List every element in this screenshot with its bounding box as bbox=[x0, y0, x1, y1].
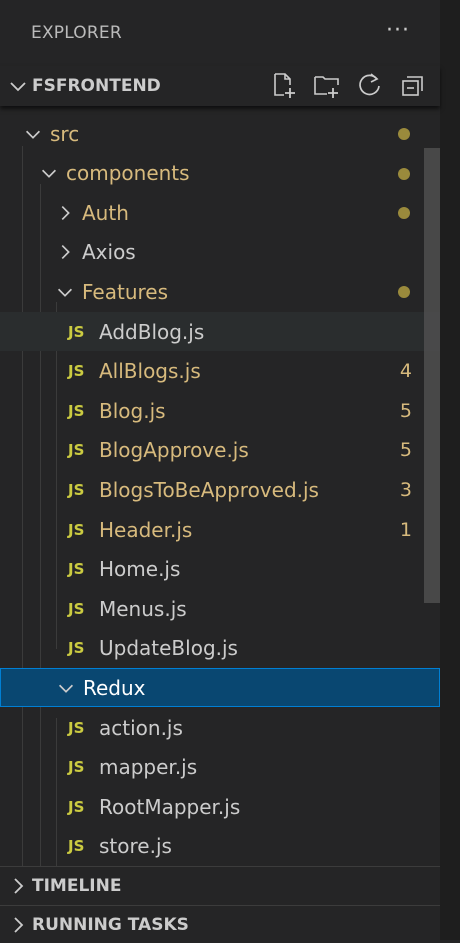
tree-item-label: AllBlogs.js bbox=[99, 359, 201, 384]
chevron-down-icon bbox=[57, 288, 73, 297]
timeline-label: TIMELINE bbox=[32, 875, 122, 896]
js-file-icon: JS bbox=[68, 797, 85, 816]
chevron-down-icon bbox=[41, 169, 57, 178]
folder-item[interactable]: src bbox=[0, 114, 440, 153]
js-file-icon: JS bbox=[68, 520, 85, 539]
js-file-icon: JS bbox=[68, 560, 85, 579]
tree-item-label: Redux bbox=[83, 675, 146, 700]
modified-dot-icon bbox=[398, 207, 410, 220]
root-folder-header[interactable]: FSFRONTEND bbox=[0, 66, 440, 106]
tree-item-label: Menus.js bbox=[99, 596, 187, 621]
file-item[interactable]: JS Header.js 1 bbox=[0, 510, 440, 549]
file-item[interactable]: JS Home.js bbox=[0, 550, 440, 589]
js-file-icon: JS bbox=[68, 362, 85, 381]
tree-item-label: Home.js bbox=[99, 557, 181, 582]
running-tasks-label: RUNNING TASKS bbox=[32, 914, 189, 935]
js-file-icon: JS bbox=[68, 401, 85, 420]
file-item[interactable]: JS store.js bbox=[0, 827, 440, 866]
explorer-header: EXPLORER ··· bbox=[0, 0, 440, 66]
tree-item-label: store.js bbox=[99, 834, 172, 859]
file-item[interactable]: JS AllBlogs.js 4 bbox=[0, 352, 440, 391]
tree-item-label: BlogApprove.js bbox=[99, 438, 249, 463]
problem-count-badge: 5 bbox=[399, 399, 412, 422]
tree-item-label: Features bbox=[82, 279, 168, 304]
file-item[interactable]: JS UpdateBlog.js bbox=[0, 629, 440, 668]
tree-item-label: Header.js bbox=[99, 517, 193, 542]
js-file-icon: JS bbox=[68, 758, 85, 777]
problem-count-badge: 1 bbox=[399, 518, 412, 541]
js-file-icon: JS bbox=[68, 599, 85, 618]
chevron-right-icon bbox=[61, 245, 70, 260]
tree-item-label: RootMapper.js bbox=[99, 794, 241, 819]
chevron-down-icon bbox=[25, 130, 41, 139]
tree-item-label: components bbox=[66, 161, 190, 186]
editor-edge bbox=[440, 0, 460, 940]
timeline-section[interactable]: TIMELINE bbox=[0, 866, 440, 904]
chevron-right-icon bbox=[61, 205, 70, 220]
file-item[interactable]: JS action.js bbox=[0, 708, 440, 747]
chevron-down-icon bbox=[10, 82, 26, 92]
chevron-down-icon bbox=[58, 684, 74, 693]
folder-item[interactable]: Auth bbox=[0, 193, 440, 232]
file-tree: src components Auth Axios Features JS AddBlog.… bbox=[0, 106, 440, 866]
chevron-right-icon bbox=[14, 916, 24, 933]
file-item[interactable]: JS BlogApprove.js 5 bbox=[0, 431, 440, 470]
modified-dot-icon bbox=[398, 128, 410, 140]
js-file-icon: JS bbox=[68, 441, 85, 460]
tree-item-label: mapper.js bbox=[99, 755, 198, 780]
tree-item-label: BlogsToBeApproved.js bbox=[99, 477, 319, 502]
tree-item-label: src bbox=[50, 121, 80, 146]
new-folder-icon[interactable] bbox=[312, 70, 342, 100]
problem-count-badge: 3 bbox=[399, 478, 412, 501]
chevron-right-icon bbox=[14, 877, 24, 894]
file-item[interactable]: JS mapper.js bbox=[0, 748, 440, 787]
folder-item[interactable]: components bbox=[0, 154, 440, 193]
tree-item-label: Blog.js bbox=[99, 398, 166, 423]
file-item[interactable]: JS BlogsToBeApproved.js 3 bbox=[0, 470, 440, 509]
tree-item-label: action.js bbox=[99, 715, 183, 740]
js-file-icon: JS bbox=[68, 322, 85, 341]
folder-item[interactable]: Redux bbox=[0, 668, 440, 708]
modified-dot-icon bbox=[398, 167, 410, 180]
refresh-icon[interactable] bbox=[355, 70, 385, 100]
js-file-icon: JS bbox=[68, 718, 85, 737]
problem-count-badge: 5 bbox=[399, 439, 412, 462]
running-tasks-section[interactable]: RUNNING TASKS bbox=[0, 905, 440, 943]
scrollbar-thumb[interactable] bbox=[424, 148, 440, 603]
file-item[interactable]: JS Blog.js 5 bbox=[0, 391, 440, 430]
tree-item-label: UpdateBlog.js bbox=[99, 636, 238, 661]
root-folder-label: FSFRONTEND bbox=[32, 76, 161, 96]
more-actions-icon[interactable]: ··· bbox=[386, 18, 410, 43]
js-file-icon: JS bbox=[68, 837, 85, 856]
modified-dot-icon bbox=[398, 286, 410, 299]
tree-item-label: Auth bbox=[82, 200, 129, 225]
js-file-icon: JS bbox=[68, 480, 85, 499]
js-file-icon: JS bbox=[68, 639, 85, 658]
new-file-icon[interactable] bbox=[269, 70, 299, 100]
tree-item-label: Axios bbox=[82, 240, 136, 265]
problem-count-badge: 4 bbox=[399, 360, 412, 383]
folder-item[interactable]: Axios bbox=[0, 233, 440, 272]
tree-item-label: AddBlog.js bbox=[99, 319, 205, 344]
explorer-title: EXPLORER bbox=[31, 23, 122, 43]
file-item[interactable]: JS RootMapper.js bbox=[0, 787, 440, 826]
folder-item[interactable]: Features bbox=[0, 272, 440, 311]
file-item[interactable]: JS AddBlog.js bbox=[0, 312, 440, 351]
file-item[interactable]: JS Menus.js bbox=[0, 589, 440, 628]
collapse-all-icon[interactable] bbox=[398, 70, 428, 100]
